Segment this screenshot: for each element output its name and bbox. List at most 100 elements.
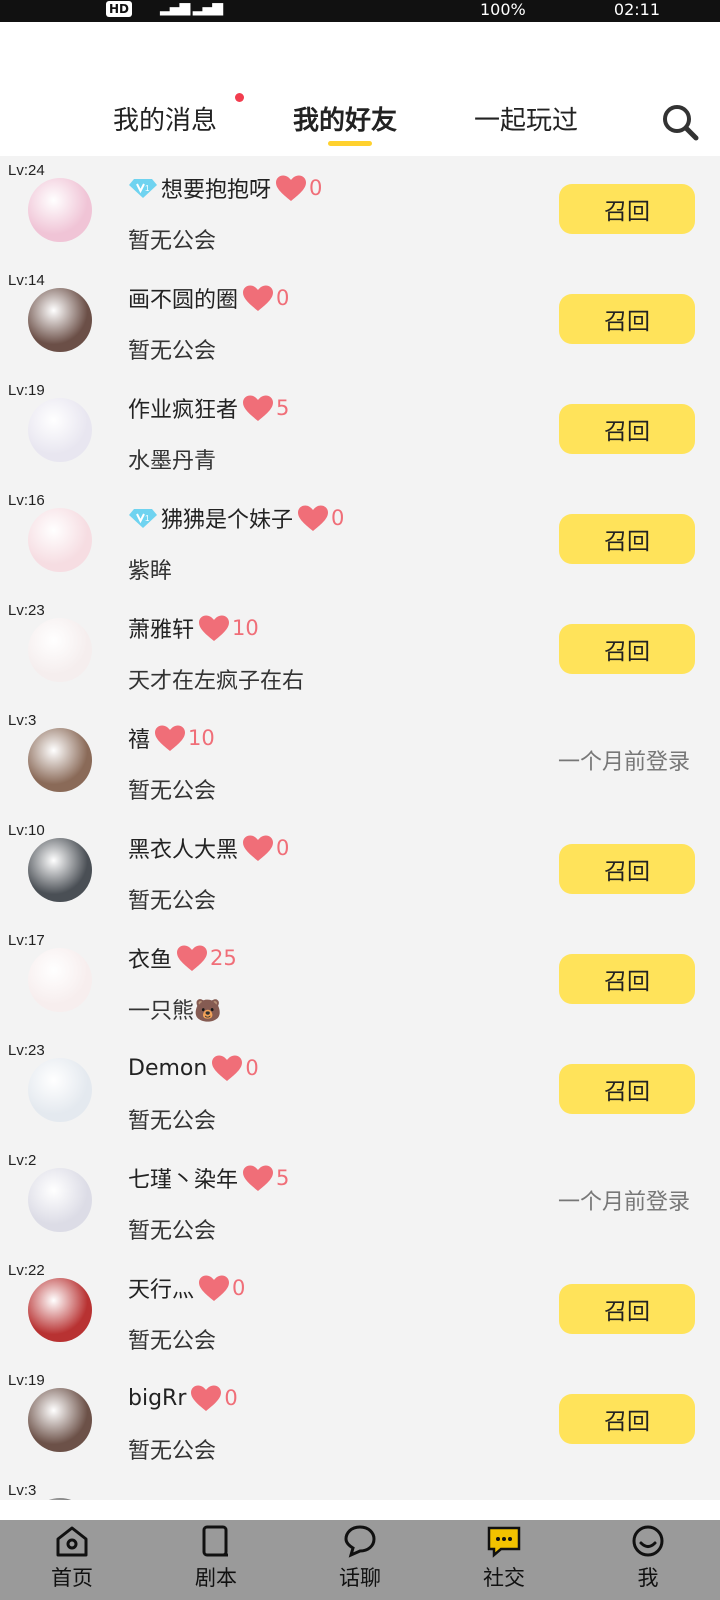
social-message-icon bbox=[486, 1524, 522, 1558]
intimacy-count: 5 bbox=[276, 396, 290, 420]
friend-list[interactable]: Lv:24 1 想要抱抱呀 0 暂无公会 召回 Lv:14 画不圆的圈 0 暂无公会 召回 Lv:19… bbox=[0, 156, 720, 1501]
friend-row[interactable]: Lv:24 1 想要抱抱呀 0 暂无公会 召回 bbox=[0, 156, 720, 266]
friend-row[interactable]: Lv:17 衣鱼 25 一只熊🐻 召回 bbox=[0, 926, 720, 1036]
avatar[interactable] bbox=[28, 838, 92, 902]
level-label: Lv:3 bbox=[8, 1482, 37, 1499]
active-tab-underline bbox=[328, 141, 372, 146]
friend-row[interactable]: Lv:2 七瑾丶染年 5 暂无公会 一个月前登录 bbox=[0, 1146, 720, 1256]
nav-item-2[interactable]: 话聊 bbox=[288, 1520, 432, 1600]
avatar[interactable] bbox=[28, 178, 92, 242]
guild-label: 暂无公会 bbox=[128, 889, 217, 914]
recall-button[interactable]: 召回 bbox=[559, 404, 695, 454]
heart-icon bbox=[297, 504, 329, 532]
last-login-text: 一个月前登录 bbox=[557, 750, 690, 775]
status-bar: HD ▂▄▆ ▂▄▆ 100% 02:11 bbox=[0, 0, 720, 22]
avatar[interactable] bbox=[28, 728, 92, 792]
recall-button[interactable]: 召回 bbox=[559, 1394, 695, 1444]
vip-badge-icon: 1 bbox=[128, 507, 158, 529]
friend-name: 画不圆的圈 bbox=[128, 288, 239, 313]
nav-label: 首页 bbox=[51, 1566, 93, 1590]
battery-level: 100% bbox=[480, 0, 526, 19]
search-icon[interactable] bbox=[660, 102, 700, 142]
friend-row[interactable]: Lv:16 1 狒狒是个妹子 0 紫眸 召回 bbox=[0, 486, 720, 596]
level-label: Lv:19 bbox=[8, 382, 45, 399]
avatar[interactable] bbox=[28, 618, 92, 682]
heart-icon bbox=[242, 284, 274, 312]
level-label: Lv:2 bbox=[8, 1152, 37, 1169]
friend-row[interactable]: Lv:3 禧 10 暂无公会 一个月前登录 bbox=[0, 706, 720, 816]
friend-row[interactable]: Lv:14 画不圆的圈 0 暂无公会 召回 bbox=[0, 266, 720, 376]
level-label: Lv:19 bbox=[8, 1372, 45, 1389]
avatar[interactable] bbox=[28, 288, 92, 352]
recall-button[interactable]: 召回 bbox=[559, 1284, 695, 1334]
tab-my-friends[interactable]: 我的好友 bbox=[293, 100, 397, 137]
recall-button[interactable]: 召回 bbox=[559, 954, 695, 1004]
friend-row[interactable]: Lv:10 黑衣人大黑 0 暂无公会 召回 bbox=[0, 816, 720, 926]
nav-label: 社交 bbox=[483, 1566, 525, 1590]
level-label: Lv:22 bbox=[8, 1262, 45, 1279]
intimacy-count: 10 bbox=[232, 616, 259, 640]
name-row: 衣鱼 25 bbox=[128, 940, 237, 976]
avatar[interactable] bbox=[28, 1058, 92, 1122]
avatar[interactable] bbox=[28, 948, 92, 1012]
avatar[interactable] bbox=[28, 1388, 92, 1452]
tab-my-messages[interactable]: 我的消息 bbox=[113, 100, 217, 137]
bottom-nav: 首页 剧本 话聊 社交 我 bbox=[0, 1520, 720, 1600]
friend-name: 禧 bbox=[128, 728, 151, 753]
level-label: Lv:17 bbox=[8, 932, 45, 949]
friend-row[interactable]: Lv:3 bbox=[0, 1476, 720, 1501]
friend-name: 天行灬 bbox=[128, 1278, 195, 1303]
avatar[interactable] bbox=[28, 398, 92, 462]
guild-label: 紫眸 bbox=[128, 559, 173, 584]
guild-label: 暂无公会 bbox=[128, 779, 217, 804]
name-row: 黑衣人大黑 0 bbox=[128, 830, 289, 866]
profile-icon bbox=[630, 1524, 666, 1558]
avatar[interactable] bbox=[28, 508, 92, 572]
guild-label: 暂无公会 bbox=[128, 1219, 217, 1244]
intimacy-count: 25 bbox=[210, 946, 237, 970]
svg-text:1: 1 bbox=[145, 514, 150, 523]
recall-button[interactable]: 召回 bbox=[559, 184, 695, 234]
recall-button[interactable]: 召回 bbox=[559, 1064, 695, 1114]
friend-name: 七瑾丶染年 bbox=[128, 1168, 239, 1193]
guild-label: 天才在左疯子在右 bbox=[128, 669, 305, 694]
intimacy-count: 5 bbox=[276, 1166, 290, 1190]
level-label: Lv:10 bbox=[8, 822, 45, 839]
script-book-icon bbox=[198, 1524, 234, 1558]
list-footer-divider bbox=[0, 1500, 720, 1520]
avatar[interactable] bbox=[28, 1168, 92, 1232]
intimacy-count: 0 bbox=[276, 836, 290, 860]
nav-item-3[interactable]: 社交 bbox=[432, 1520, 576, 1600]
recall-button[interactable]: 召回 bbox=[559, 294, 695, 344]
tab-played-together[interactable]: 一起玩过 bbox=[474, 100, 578, 137]
level-label: Lv:23 bbox=[8, 1042, 45, 1059]
avatar[interactable] bbox=[28, 1278, 92, 1342]
recall-button[interactable]: 召回 bbox=[559, 624, 695, 674]
heart-icon bbox=[211, 1054, 243, 1082]
chat-bubble-icon bbox=[342, 1524, 378, 1558]
recall-button[interactable]: 召回 bbox=[559, 514, 695, 564]
hd-indicator: HD bbox=[106, 1, 133, 17]
friend-name: 黑衣人大黑 bbox=[128, 838, 239, 863]
nav-item-1[interactable]: 剧本 bbox=[144, 1520, 288, 1600]
home-icon bbox=[54, 1524, 90, 1558]
last-login-text: 一个月前登录 bbox=[557, 1190, 690, 1215]
guild-label: 暂无公会 bbox=[128, 1109, 217, 1134]
friend-name: 作业疯狂者 bbox=[128, 398, 239, 423]
level-label: Lv:24 bbox=[8, 162, 45, 179]
nav-item-4[interactable]: 我 bbox=[576, 1520, 720, 1600]
friend-row[interactable]: Lv:22 天行灬 0 暂无公会 召回 bbox=[0, 1256, 720, 1366]
name-row: 1 狒狒是个妹子 0 bbox=[128, 500, 344, 536]
friend-name: 萧雅轩 bbox=[128, 618, 195, 643]
level-label: Lv:16 bbox=[8, 492, 45, 509]
friend-row[interactable]: Lv:23 萧雅轩 10 天才在左疯子在右 召回 bbox=[0, 596, 720, 706]
recall-button[interactable]: 召回 bbox=[559, 844, 695, 894]
heart-icon bbox=[242, 834, 274, 862]
name-row: bigRr 0 bbox=[128, 1380, 238, 1416]
friend-row[interactable]: Lv:19 bigRr 0 暂无公会 召回 bbox=[0, 1366, 720, 1476]
nav-item-0[interactable]: 首页 bbox=[0, 1520, 144, 1600]
friend-row[interactable]: Lv:23 Demon 0 暂无公会 召回 bbox=[0, 1036, 720, 1146]
svg-text:1: 1 bbox=[145, 184, 150, 193]
friend-row[interactable]: Lv:19 作业疯狂者 5 水墨丹青 召回 bbox=[0, 376, 720, 486]
name-row: 禧 10 bbox=[128, 720, 215, 756]
